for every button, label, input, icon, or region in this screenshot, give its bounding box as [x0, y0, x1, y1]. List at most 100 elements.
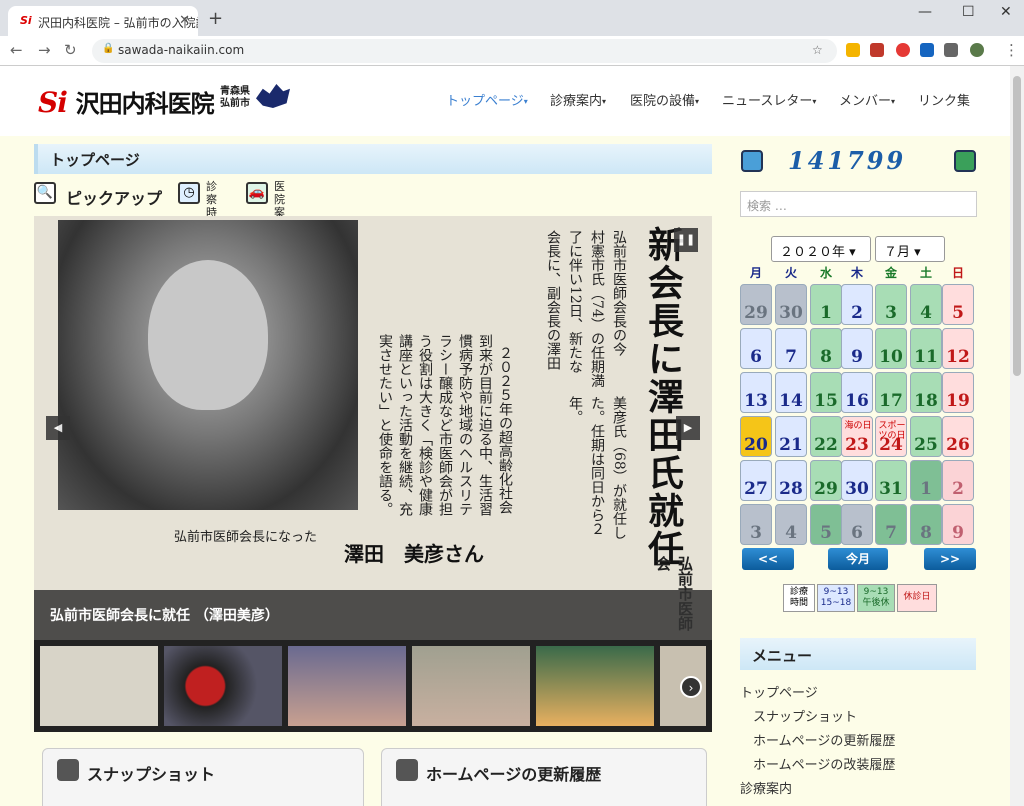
nav-top[interactable]: トップページ▾ [446, 90, 528, 109]
new-tab-icon[interactable]: + [208, 8, 223, 29]
scrollbar-thumb[interactable] [1013, 76, 1021, 376]
car-icon[interactable]: 🚗 [246, 182, 268, 204]
thumb-dental[interactable] [412, 646, 530, 726]
thumb-children[interactable] [536, 646, 654, 726]
slide-portrait-photo [58, 220, 358, 510]
forward-icon[interactable]: → [38, 41, 51, 59]
slider-thumbnails: › [34, 640, 712, 732]
minimize-icon[interactable]: — [918, 4, 932, 20]
update-history-box: ホームページの更新履歴 [381, 748, 707, 806]
pickup-label: ピックアップ [66, 189, 163, 208]
news-slider[interactable]: 新会長に澤田氏就任 弘前市医師会 弘前市医師会長の今 村憲市氏（74）の任期満 … [34, 216, 712, 640]
chevron-down-icon: ▾ [695, 97, 700, 106]
year-select[interactable]: ２０２０年 ▾ [771, 236, 871, 262]
calendar-day-number: 18 [914, 391, 938, 411]
legend-half-day-line2: 午後休 [862, 598, 890, 608]
calendar-day-number: 1 [820, 303, 832, 323]
bookmark-star-icon[interactable]: ☆ [812, 43, 823, 57]
calendar-day: 5 [810, 504, 842, 545]
article-lead: 弘前市医師会長になった [174, 530, 318, 545]
legend-label-line1: 診療 [789, 587, 808, 597]
calendar-day-number: 8 [820, 347, 832, 367]
calendar-day: 16 [841, 372, 873, 413]
visitor-counter: 141799 [788, 146, 907, 175]
slide-next-button[interactable]: ▶ [676, 416, 700, 440]
legend-closed: 休診日 [897, 584, 937, 612]
month-select[interactable]: ７月 ▾ [875, 236, 945, 262]
nav-facilities[interactable]: 医院の設備▾ [630, 90, 699, 109]
calendar-day-number: 30 [779, 303, 803, 323]
nav-newsletter[interactable]: ニュースレター▾ [722, 90, 816, 109]
aomori-map-icon [256, 84, 290, 108]
weekday-header: 日 [951, 266, 964, 280]
calendar-day-number: 17 [879, 391, 903, 411]
address-bar[interactable]: 🔒 sawada-naikaiin.com [92, 39, 837, 63]
clock-icon[interactable]: ◷ [178, 182, 200, 204]
back-icon[interactable]: ← [10, 41, 23, 59]
calendar-day-number: 6 [851, 523, 863, 543]
translate-extension-icon[interactable] [920, 43, 934, 57]
browser-tab[interactable]: Si 沢田内科医院 – 弘前市の入院診療 ✕ [8, 6, 198, 36]
close-window-icon[interactable]: ✕ [1000, 4, 1012, 20]
nav-members[interactable]: メンバー▾ [839, 90, 895, 109]
reload-icon[interactable]: ↻ [64, 41, 77, 59]
article-col2: 到来が目前に迫る中、生活習 [477, 334, 493, 516]
calendar-day-number: 7 [785, 347, 797, 367]
legend-half-day-line1: 9~13 [863, 587, 889, 597]
menu-link-snapshot[interactable]: スナップショット [753, 706, 857, 725]
site-header: Si 沢田内科医院 青森県 弘前市 トップページ▾ 診療案内▾ 医院の設備▾ ニュ… [0, 66, 1010, 136]
slide-prev-button[interactable]: ◀ [46, 416, 70, 440]
snapshot-title[interactable]: スナップショット [87, 761, 215, 785]
yab-extension-icon[interactable] [896, 43, 910, 57]
site-logo[interactable]: Si 沢田内科医院 [38, 84, 215, 119]
current-month-button[interactable]: 今月 [828, 548, 888, 570]
close-tab-icon[interactable]: ✕ [179, 13, 190, 28]
extensions-puzzle-icon[interactable] [944, 43, 958, 57]
calendar-day: 2 [841, 284, 873, 325]
scrollbar[interactable] [1010, 66, 1024, 806]
calendar-day-number: 5 [820, 523, 832, 543]
calendar-day-number: 9 [952, 523, 964, 543]
pause-button[interactable]: ❚❚ [674, 228, 698, 252]
pdf-extension-icon[interactable] [870, 43, 884, 57]
extension-icon[interactable] [846, 43, 860, 57]
next-month-button[interactable]: >> [924, 548, 976, 570]
nav-clinic-info[interactable]: 診療案内▾ [550, 90, 606, 109]
menu-link-update-history[interactable]: ホームページの更新履歴 [753, 730, 895, 749]
thumb-newspaper[interactable] [40, 646, 158, 726]
news-col4: 会長に、副会長の澤田 [545, 230, 561, 370]
browser-menu-icon[interactable]: ⋮ [1004, 41, 1019, 59]
chevron-down-icon: ▾ [523, 97, 528, 106]
thumb-no-virus[interactable] [164, 646, 282, 726]
maximize-icon[interactable]: ☐ [962, 4, 975, 20]
nav-links-label: リンク集 [918, 94, 971, 109]
calendar-day: 3 [875, 284, 907, 325]
calendar-day: 22 [810, 416, 842, 457]
menu-link-renovation-history[interactable]: ホームページの改装履歴 [753, 754, 895, 773]
menu-link-top[interactable]: トップページ [740, 682, 818, 701]
prev-month-button[interactable]: << [742, 548, 794, 570]
weekday-header: 土 [919, 266, 932, 280]
page-content: Si 沢田内科医院 青森県 弘前市 トップページ▾ 診療案内▾ 医院の設備▾ ニュ… [0, 66, 1010, 806]
car-icon [954, 150, 976, 172]
legend-full-day: 9~13 15~18 [817, 584, 855, 612]
calendar-day: 29 [810, 460, 842, 501]
calendar-day-number: 29 [814, 479, 838, 499]
update-history-title[interactable]: ホームページの更新履歴 [426, 761, 601, 785]
nav-links[interactable]: リンク集 [918, 90, 970, 109]
article-col6: 講座といった活動を継続、充 [397, 334, 413, 516]
calendar-day: 17 [875, 372, 907, 413]
calendar-day: 20 [740, 416, 772, 457]
calendar-day-number: 10 [879, 347, 903, 367]
profile-avatar[interactable] [970, 43, 984, 57]
pen-icon [396, 759, 418, 781]
calendar-day-number: 19 [946, 391, 970, 411]
menu-link-clinic-info[interactable]: 診療案内 [740, 778, 792, 797]
search-input[interactable]: 検索 … [740, 191, 977, 217]
thumbs-next-icon[interactable]: › [680, 676, 702, 698]
lock-icon: 🔒 [102, 43, 115, 54]
calendar-day: 11 [910, 328, 942, 369]
article-col4: ラシー醸成など市医師会が担 [437, 334, 453, 516]
thumb-radio[interactable] [288, 646, 406, 726]
calendar-day-number: 26 [946, 435, 970, 455]
